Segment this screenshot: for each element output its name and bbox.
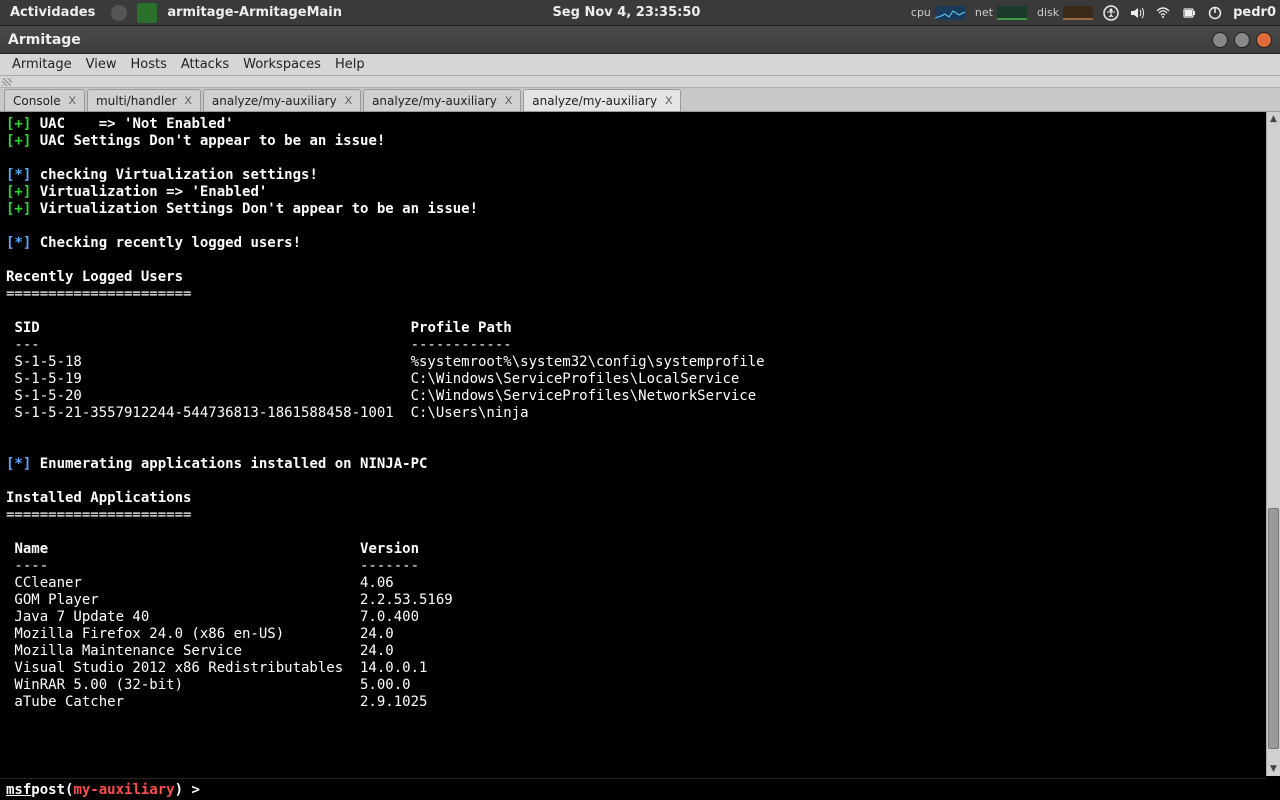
menu-view[interactable]: View: [80, 56, 123, 73]
minimize-button[interactable]: [1212, 32, 1228, 48]
pane-grip[interactable]: [0, 76, 1280, 88]
gnome-topbar: Actividades armitage-ArmitageMain Seg No…: [0, 0, 1280, 26]
tab-3[interactable]: analyze/my-auxiliary X: [363, 89, 521, 111]
disk-indicator[interactable]: disk: [1037, 6, 1093, 20]
console-input[interactable]: msf post(my-auxiliary) >: [0, 778, 1266, 800]
cpu-chart-icon: [935, 6, 965, 20]
menu-attacks[interactable]: Attacks: [175, 56, 235, 73]
user-menu[interactable]: pedr0: [1233, 5, 1276, 20]
tab-label: analyze/my-auxiliary: [532, 94, 657, 108]
volume-icon[interactable]: [1129, 5, 1145, 21]
vertical-scrollbar[interactable]: ▲ ▼: [1266, 112, 1280, 776]
window-titlebar: Armitage: [0, 26, 1280, 54]
prompt-post: ) >: [175, 782, 200, 798]
menu-hosts[interactable]: Hosts: [124, 56, 172, 73]
console-output[interactable]: [+] UAC => 'Not Enabled' [+] UAC Setting…: [0, 112, 1266, 776]
tab-close-icon[interactable]: X: [663, 95, 674, 107]
prompt-pre: post(: [31, 782, 73, 798]
tab-label: Console: [13, 94, 61, 108]
scroll-down-arrow-icon[interactable]: ▼: [1267, 762, 1280, 776]
tab-close-icon[interactable]: X: [503, 95, 514, 107]
console-panel: [+] UAC => 'Not Enabled' [+] UAC Setting…: [0, 112, 1280, 800]
maximize-button[interactable]: [1234, 32, 1250, 48]
tab-label: analyze/my-auxiliary: [372, 94, 497, 108]
prompt-msf: msf: [6, 782, 31, 798]
battery-icon[interactable]: [1181, 5, 1197, 21]
wifi-icon[interactable]: [1155, 5, 1171, 21]
cpu-indicator[interactable]: cpu: [911, 6, 965, 20]
menu-armitage[interactable]: Armitage: [6, 56, 78, 73]
tab-close-icon[interactable]: X: [183, 95, 194, 107]
tab-close-icon[interactable]: X: [67, 95, 78, 107]
tab-label: analyze/my-auxiliary: [212, 94, 337, 108]
activities-button[interactable]: Actividades: [4, 5, 101, 20]
net-chart-icon: [997, 6, 1027, 20]
menu-workspaces[interactable]: Workspaces: [237, 56, 327, 73]
tab-close-icon[interactable]: X: [343, 95, 354, 107]
ubuntu-icon[interactable]: [111, 5, 127, 21]
disk-chart-icon: [1063, 6, 1093, 20]
net-indicator[interactable]: net: [975, 6, 1027, 20]
tab-4[interactable]: analyze/my-auxiliary X: [523, 89, 681, 111]
accessibility-icon[interactable]: [1103, 5, 1119, 21]
tab-1[interactable]: multi/handler X: [87, 89, 201, 111]
menu-help[interactable]: Help: [329, 56, 371, 73]
window-title: Armitage: [8, 32, 81, 48]
app-title[interactable]: armitage-ArmitageMain: [167, 5, 342, 20]
tab-0[interactable]: Console X: [4, 89, 85, 111]
app-icon[interactable]: [137, 3, 157, 23]
prompt-module: my-auxiliary: [73, 782, 174, 798]
scroll-thumb[interactable]: [1268, 508, 1279, 750]
tab-label: multi/handler: [96, 94, 177, 108]
scroll-up-arrow-icon[interactable]: ▲: [1267, 112, 1280, 126]
menubar: Armitage View Hosts Attacks Workspaces H…: [0, 54, 1280, 76]
close-button[interactable]: [1256, 32, 1272, 48]
scroll-track[interactable]: [1267, 126, 1280, 762]
tab-2[interactable]: analyze/my-auxiliary X: [203, 89, 361, 111]
clock[interactable]: Seg Nov 4, 23:35:50: [350, 5, 903, 20]
tabstrip: Console Xmulti/handler Xanalyze/my-auxilia…: [0, 88, 1280, 112]
power-icon[interactable]: [1207, 5, 1223, 21]
